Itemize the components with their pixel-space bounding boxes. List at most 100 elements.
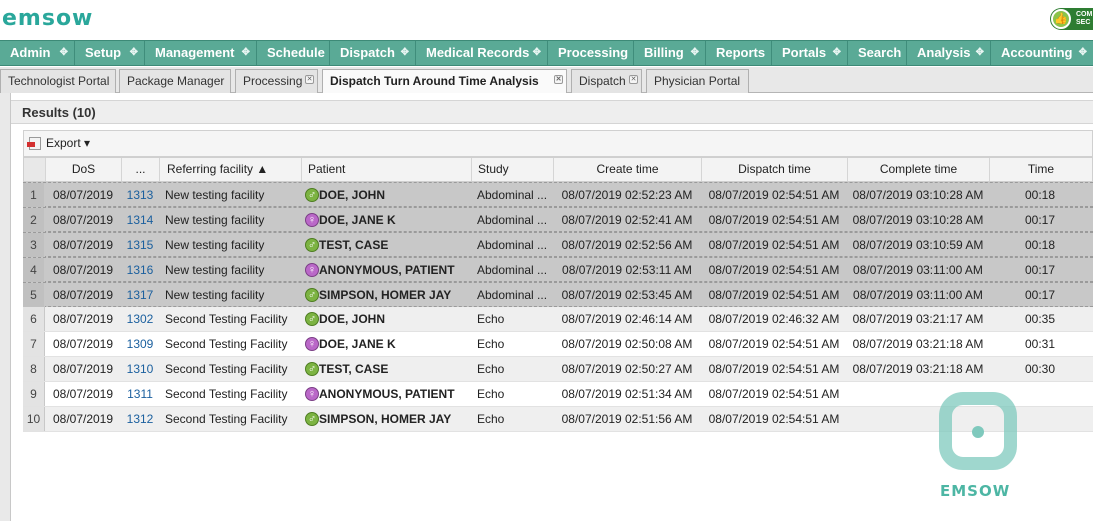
tab-dispatch[interactable]: Dispatch ✕ <box>571 69 642 93</box>
cell-dispatch-time: 08/07/2019 02:54:51 AM <box>708 387 840 401</box>
table-row[interactable]: 8 08/07/2019 1310 Second Testing Facility ♂ T… <box>23 357 1093 382</box>
row-number: 6 <box>23 307 45 331</box>
col-complete-time[interactable]: Complete time <box>848 158 990 181</box>
cell-patient: ♂ TEST, CASE <box>301 233 471 257</box>
cell-accession-link[interactable]: 1311 <box>121 382 159 406</box>
col-study[interactable]: Study <box>472 158 554 181</box>
cell-time: 00:31 <box>1024 337 1056 351</box>
col-patient[interactable]: Patient <box>302 158 472 181</box>
female-icon: ♀ <box>305 263 319 277</box>
cell-complete-time: 08/07/2019 03:21:18 AM <box>852 362 984 376</box>
menu-portals[interactable]: Portals ✥ <box>772 41 848 65</box>
close-icon[interactable]: ✕ <box>305 75 314 84</box>
menu-accounting[interactable]: Accounting ✥ <box>991 41 1093 65</box>
cell-time: 00:30 <box>1024 362 1056 376</box>
cell-dos: 08/07/2019 <box>52 188 114 202</box>
menu-label: Schedule <box>267 45 325 60</box>
male-icon: ♂ <box>305 288 319 302</box>
tab-processing[interactable]: Processing ✕ <box>235 69 318 93</box>
menu-arrows-icon: ✥ <box>690 47 699 58</box>
menu-label: Portals <box>782 45 827 60</box>
tab-label: Physician Portal <box>654 74 741 88</box>
close-icon[interactable]: ✕ <box>629 75 638 84</box>
menu-management[interactable]: Management ✥ <box>145 41 257 65</box>
table-row[interactable]: 2 08/07/2019 1314 New testing facility ♀ DOE,… <box>23 207 1093 232</box>
results-title: Results (10) <box>11 100 1093 124</box>
cell-patient: ♂ SIMPSON, HOMER JAY <box>301 283 471 307</box>
cell-accession-link[interactable]: 1314 <box>121 208 159 232</box>
cell-facility: New testing facility <box>165 263 265 277</box>
cell-dispatch-time: 08/07/2019 02:54:51 AM <box>708 288 840 302</box>
male-icon: ♂ <box>305 188 319 202</box>
row-number: 7 <box>23 332 45 356</box>
col-accession[interactable]: ... <box>122 158 160 181</box>
menu-processing[interactable]: Processing <box>548 41 634 65</box>
table-row[interactable]: 6 08/07/2019 1302 Second Testing Facility ♂ D… <box>23 307 1093 332</box>
tab-dispatch-turn-around[interactable]: Dispatch Turn Around Time Analysis ✕ <box>322 69 567 94</box>
cell-dos: 08/07/2019 <box>52 213 114 227</box>
dropdown-arrow-icon: ▾ <box>84 136 91 150</box>
export-button[interactable]: Export ▾ <box>27 135 91 153</box>
close-icon[interactable]: ✕ <box>554 75 563 84</box>
grid-header: DoS ... Referring facility ▲ Patient Stu… <box>23 157 1093 182</box>
col-referring-facility[interactable]: Referring facility ▲ <box>160 158 302 181</box>
menu-label: Dispatch <box>340 45 395 60</box>
cell-accession-link[interactable]: 1313 <box>121 183 159 207</box>
app-logo[interactable]: emsow <box>2 6 93 31</box>
cell-facility: Second Testing Facility <box>165 387 288 401</box>
thumbs-up-icon: 👍 <box>1051 9 1071 29</box>
menu-schedule[interactable]: Schedule <box>257 41 330 65</box>
row-number: 3 <box>23 233 45 257</box>
left-collapse-strip[interactable] <box>0 93 11 521</box>
col-dos[interactable]: DoS <box>46 158 122 181</box>
col-create-time[interactable]: Create time <box>554 158 702 181</box>
cell-dispatch-time: 08/07/2019 02:54:51 AM <box>708 362 840 376</box>
table-row[interactable]: 3 08/07/2019 1315 New testing facility ♂ TEST… <box>23 232 1093 257</box>
cell-accession-link[interactable]: 1315 <box>121 233 159 257</box>
cell-accession-link[interactable]: 1312 <box>121 407 159 431</box>
cell-accession-link[interactable]: 1302 <box>121 307 159 331</box>
row-number: 8 <box>23 357 45 381</box>
menu-search[interactable]: Search <box>848 41 907 65</box>
table-row[interactable]: 7 08/07/2019 1309 Second Testing Facility ♀ D… <box>23 332 1093 357</box>
patient-name: DOE, JOHN <box>319 188 386 202</box>
col-time[interactable]: Time <box>990 158 1092 181</box>
female-icon: ♀ <box>305 387 319 401</box>
menu-admin[interactable]: Admin ✥ <box>0 41 75 65</box>
security-badge: 👍 COM SEC <box>1050 8 1093 30</box>
cell-study: Echo <box>477 387 505 401</box>
cell-facility: Second Testing Facility <box>165 412 288 426</box>
cell-time: 00:18 <box>1024 238 1056 252</box>
menu-billing[interactable]: Billing ✥ <box>634 41 706 65</box>
tab-package-manager[interactable]: Package Manager <box>119 69 231 93</box>
cell-dispatch-time: 08/07/2019 02:54:51 AM <box>708 412 840 426</box>
patient-name: TEST, CASE <box>319 238 389 252</box>
menu-arrows-icon: ✥ <box>532 47 541 58</box>
table-row[interactable]: 5 08/07/2019 1317 New testing facility ♂ SIMP… <box>23 282 1093 307</box>
table-row[interactable]: 1 08/07/2019 1313 New testing facility ♂ DOE,… <box>23 182 1093 207</box>
cell-accession-link[interactable]: 1317 <box>121 283 159 307</box>
col-dispatch-time[interactable]: Dispatch time <box>702 158 848 181</box>
menu-label: Billing <box>644 45 684 60</box>
cell-dispatch-time: 08/07/2019 02:54:51 AM <box>708 337 840 351</box>
menu-arrows-icon: ✥ <box>975 47 984 58</box>
menu-arrows-icon: ✥ <box>59 47 68 58</box>
tab-physician-portal[interactable]: Physician Portal <box>646 69 749 93</box>
cell-accession-link[interactable]: 1309 <box>121 332 159 356</box>
table-row[interactable]: 4 08/07/2019 1316 New testing facility ♀ ANON… <box>23 257 1093 282</box>
cell-accession-link[interactable]: 1316 <box>121 258 159 282</box>
cell-accession-link[interactable]: 1310 <box>121 357 159 381</box>
tab-technologist-portal[interactable]: Technologist Portal <box>0 69 116 93</box>
cell-complete-time: 08/07/2019 03:21:18 AM <box>852 337 984 351</box>
cell-complete-time: 08/07/2019 03:21:17 AM <box>852 312 984 326</box>
menu-label: Medical Records <box>426 45 530 60</box>
menu-setup[interactable]: Setup ✥ <box>75 41 145 65</box>
cell-patient: ♂ DOE, JOHN <box>301 307 471 331</box>
menu-dispatch[interactable]: Dispatch ✥ <box>330 41 416 65</box>
menu-reports[interactable]: Reports <box>706 41 772 65</box>
menu-medical-records[interactable]: Medical Records ✥ <box>416 41 548 65</box>
tab-bar: Technologist Portal Package Manager Proc… <box>0 67 1093 94</box>
menu-analysis[interactable]: Analysis ✥ <box>907 41 991 65</box>
menu-arrows-icon: ✥ <box>129 47 138 58</box>
cell-time: 00:35 <box>1024 312 1056 326</box>
